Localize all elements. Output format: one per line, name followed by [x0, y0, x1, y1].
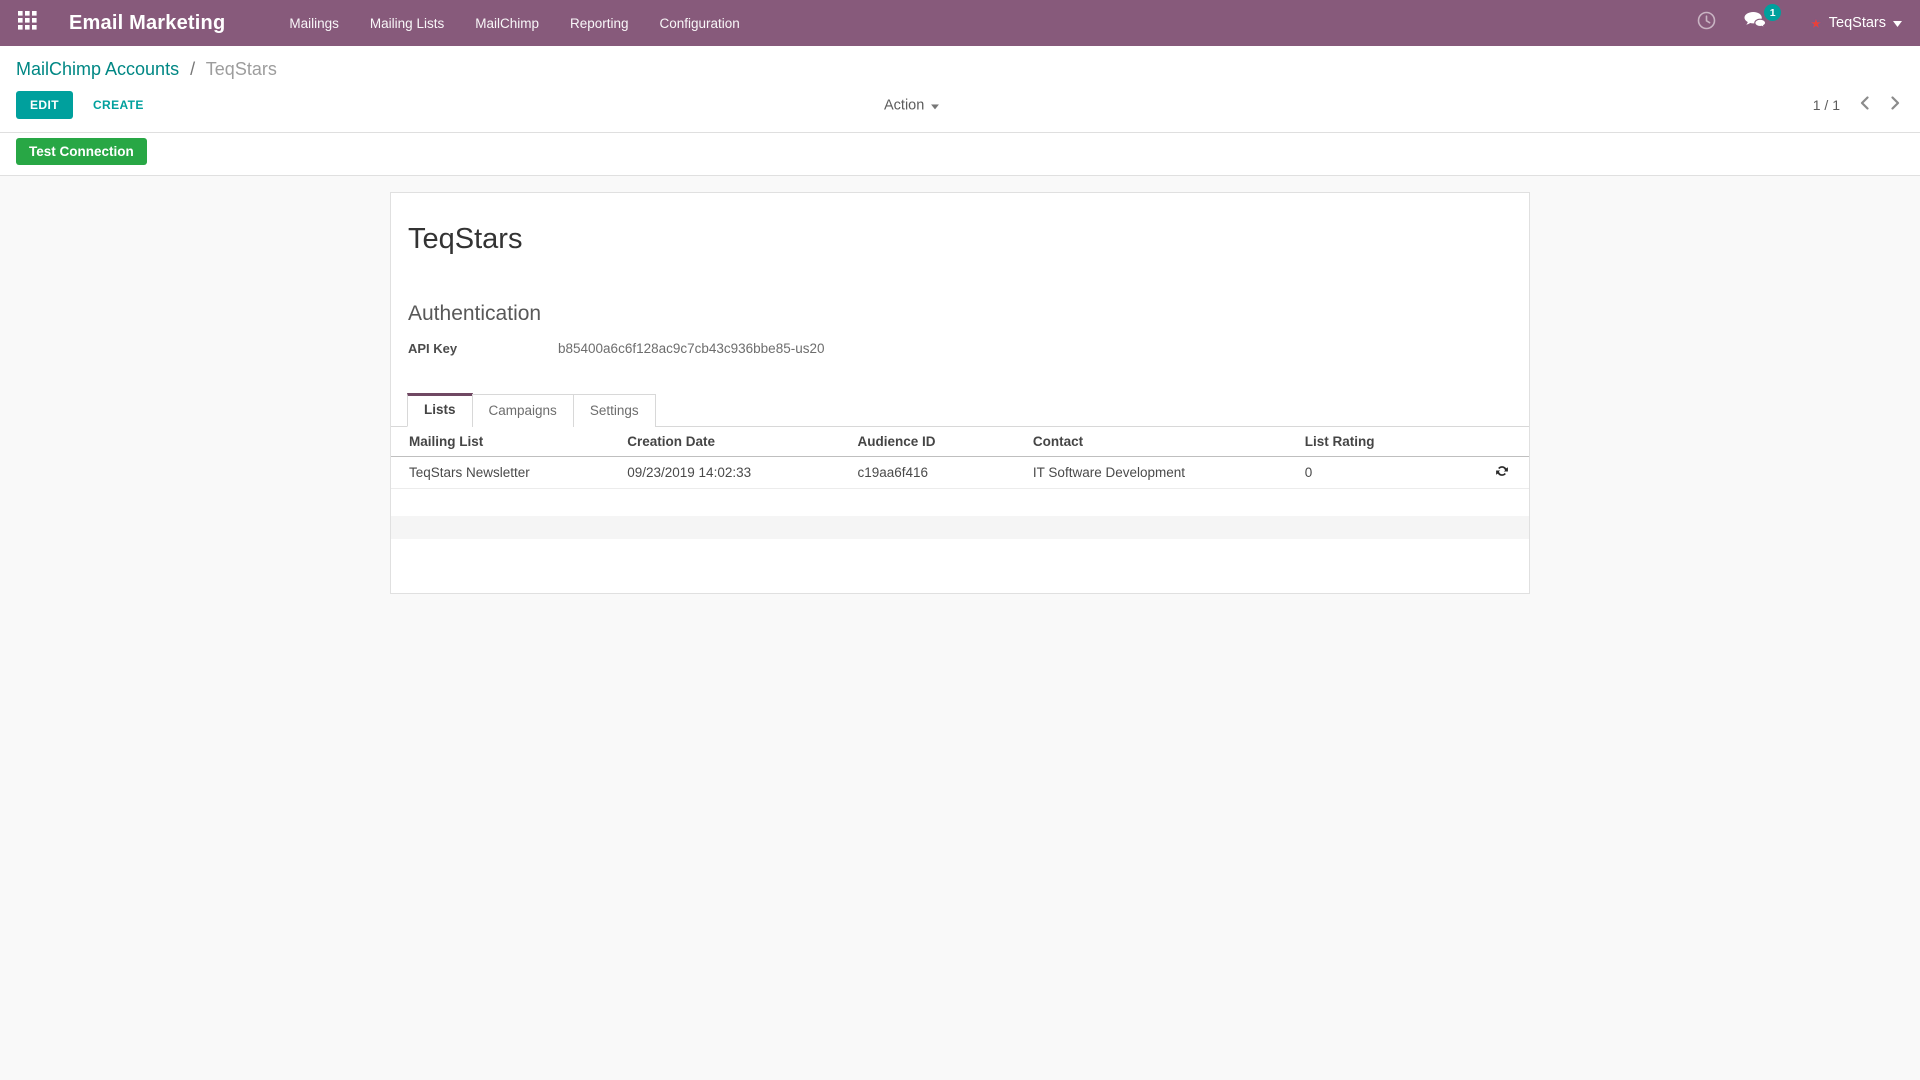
- navbar-right: 1 ★ TeqStars: [1697, 11, 1902, 35]
- api-key-field-row: API Key b85400a6c6f128ac9c7cb43c936bbe85…: [408, 341, 1512, 356]
- user-avatar: ★: [1810, 17, 1822, 30]
- main-menu: Mailings Mailing Lists MailChimp Reporti…: [289, 16, 739, 31]
- pager: 1 / 1: [1813, 96, 1904, 115]
- mailing-lists-table: Mailing List Creation Date Audience ID C…: [391, 427, 1529, 539]
- header-creation-date[interactable]: Creation Date: [621, 427, 851, 457]
- cell-audience-id[interactable]: c19aa6f416: [851, 457, 1026, 489]
- tab-lists[interactable]: Lists: [407, 393, 473, 427]
- activities-button[interactable]: [1697, 11, 1716, 35]
- table-row[interactable]: TeqStars Newsletter 09/23/2019 14:02:33 …: [391, 457, 1529, 489]
- form-view: TeqStars Authentication API Key b85400a6…: [0, 176, 1920, 594]
- pager-count: 1 / 1: [1813, 97, 1840, 113]
- pager-next-button[interactable]: [1891, 96, 1900, 115]
- menu-item-configuration[interactable]: Configuration: [660, 16, 740, 31]
- caret-down-icon: [931, 97, 939, 113]
- header-list-rating[interactable]: List Rating: [1299, 427, 1474, 457]
- breadcrumb-parent-link[interactable]: MailChimp Accounts: [16, 59, 179, 79]
- messages-button[interactable]: 1: [1744, 11, 1768, 35]
- create-button[interactable]: CREATE: [89, 91, 148, 119]
- pager-previous-button[interactable]: [1860, 96, 1869, 115]
- empty-row: [391, 489, 1529, 516]
- menu-item-mailing-lists[interactable]: Mailing Lists: [370, 16, 444, 31]
- authentication-section-title: Authentication: [408, 302, 1512, 326]
- menu-item-mailings[interactable]: Mailings: [289, 16, 339, 31]
- caret-down-icon: [1893, 14, 1902, 32]
- empty-row: [391, 516, 1529, 539]
- test-connection-button[interactable]: Test Connection: [16, 138, 147, 165]
- header-actions: [1474, 427, 1529, 457]
- header-audience-id[interactable]: Audience ID: [851, 427, 1026, 457]
- cell-contact[interactable]: IT Software Development: [1027, 457, 1299, 489]
- table-header-row: Mailing List Creation Date Audience ID C…: [391, 427, 1529, 457]
- cell-creation-date[interactable]: 09/23/2019 14:02:33: [621, 457, 851, 489]
- user-name-label: TeqStars: [1829, 15, 1886, 31]
- form-statusbar: Test Connection: [0, 133, 1920, 176]
- clock-icon: [1697, 11, 1716, 35]
- tab-settings[interactable]: Settings: [573, 394, 656, 427]
- breadcrumb: MailChimp Accounts / TeqStars: [0, 46, 1920, 82]
- chevron-right-icon: [1891, 96, 1900, 115]
- notebook-tabs: Lists Campaigns Settings: [391, 393, 1529, 427]
- apps-grid-icon: [18, 11, 37, 35]
- cell-mailing-list[interactable]: TeqStars Newsletter: [391, 457, 621, 489]
- breadcrumb-separator: /: [190, 59, 195, 79]
- api-key-label: API Key: [408, 341, 558, 356]
- user-menu-button[interactable]: ★ TeqStars: [1810, 14, 1902, 32]
- edit-button[interactable]: EDIT: [16, 91, 73, 119]
- menu-item-mailchimp[interactable]: MailChimp: [475, 16, 539, 31]
- row-refresh-button[interactable]: [1495, 464, 1509, 481]
- messages-count-badge: 1: [1764, 4, 1781, 21]
- record-title: TeqStars: [408, 223, 1512, 256]
- refresh-icon: [1495, 464, 1509, 481]
- tab-campaigns[interactable]: Campaigns: [472, 394, 574, 427]
- app-brand-title[interactable]: Email Marketing: [69, 12, 225, 35]
- header-mailing-list[interactable]: Mailing List: [391, 427, 621, 457]
- control-panel: EDIT CREATE Action 1 / 1: [0, 82, 1920, 133]
- header-contact[interactable]: Contact: [1027, 427, 1299, 457]
- record-sheet: TeqStars Authentication API Key b85400a6…: [390, 192, 1530, 594]
- chevron-left-icon: [1860, 96, 1869, 115]
- action-dropdown-label: Action: [884, 97, 924, 113]
- apps-menu-button[interactable]: [18, 11, 37, 35]
- action-dropdown[interactable]: Action: [884, 97, 939, 113]
- breadcrumb-current: TeqStars: [206, 59, 277, 79]
- api-key-value: b85400a6c6f128ac9c7cb43c936bbe85-us20: [558, 341, 824, 356]
- cell-list-rating[interactable]: 0: [1299, 457, 1474, 489]
- top-navbar: Email Marketing Mailings Mailing Lists M…: [0, 0, 1920, 46]
- menu-item-reporting[interactable]: Reporting: [570, 16, 629, 31]
